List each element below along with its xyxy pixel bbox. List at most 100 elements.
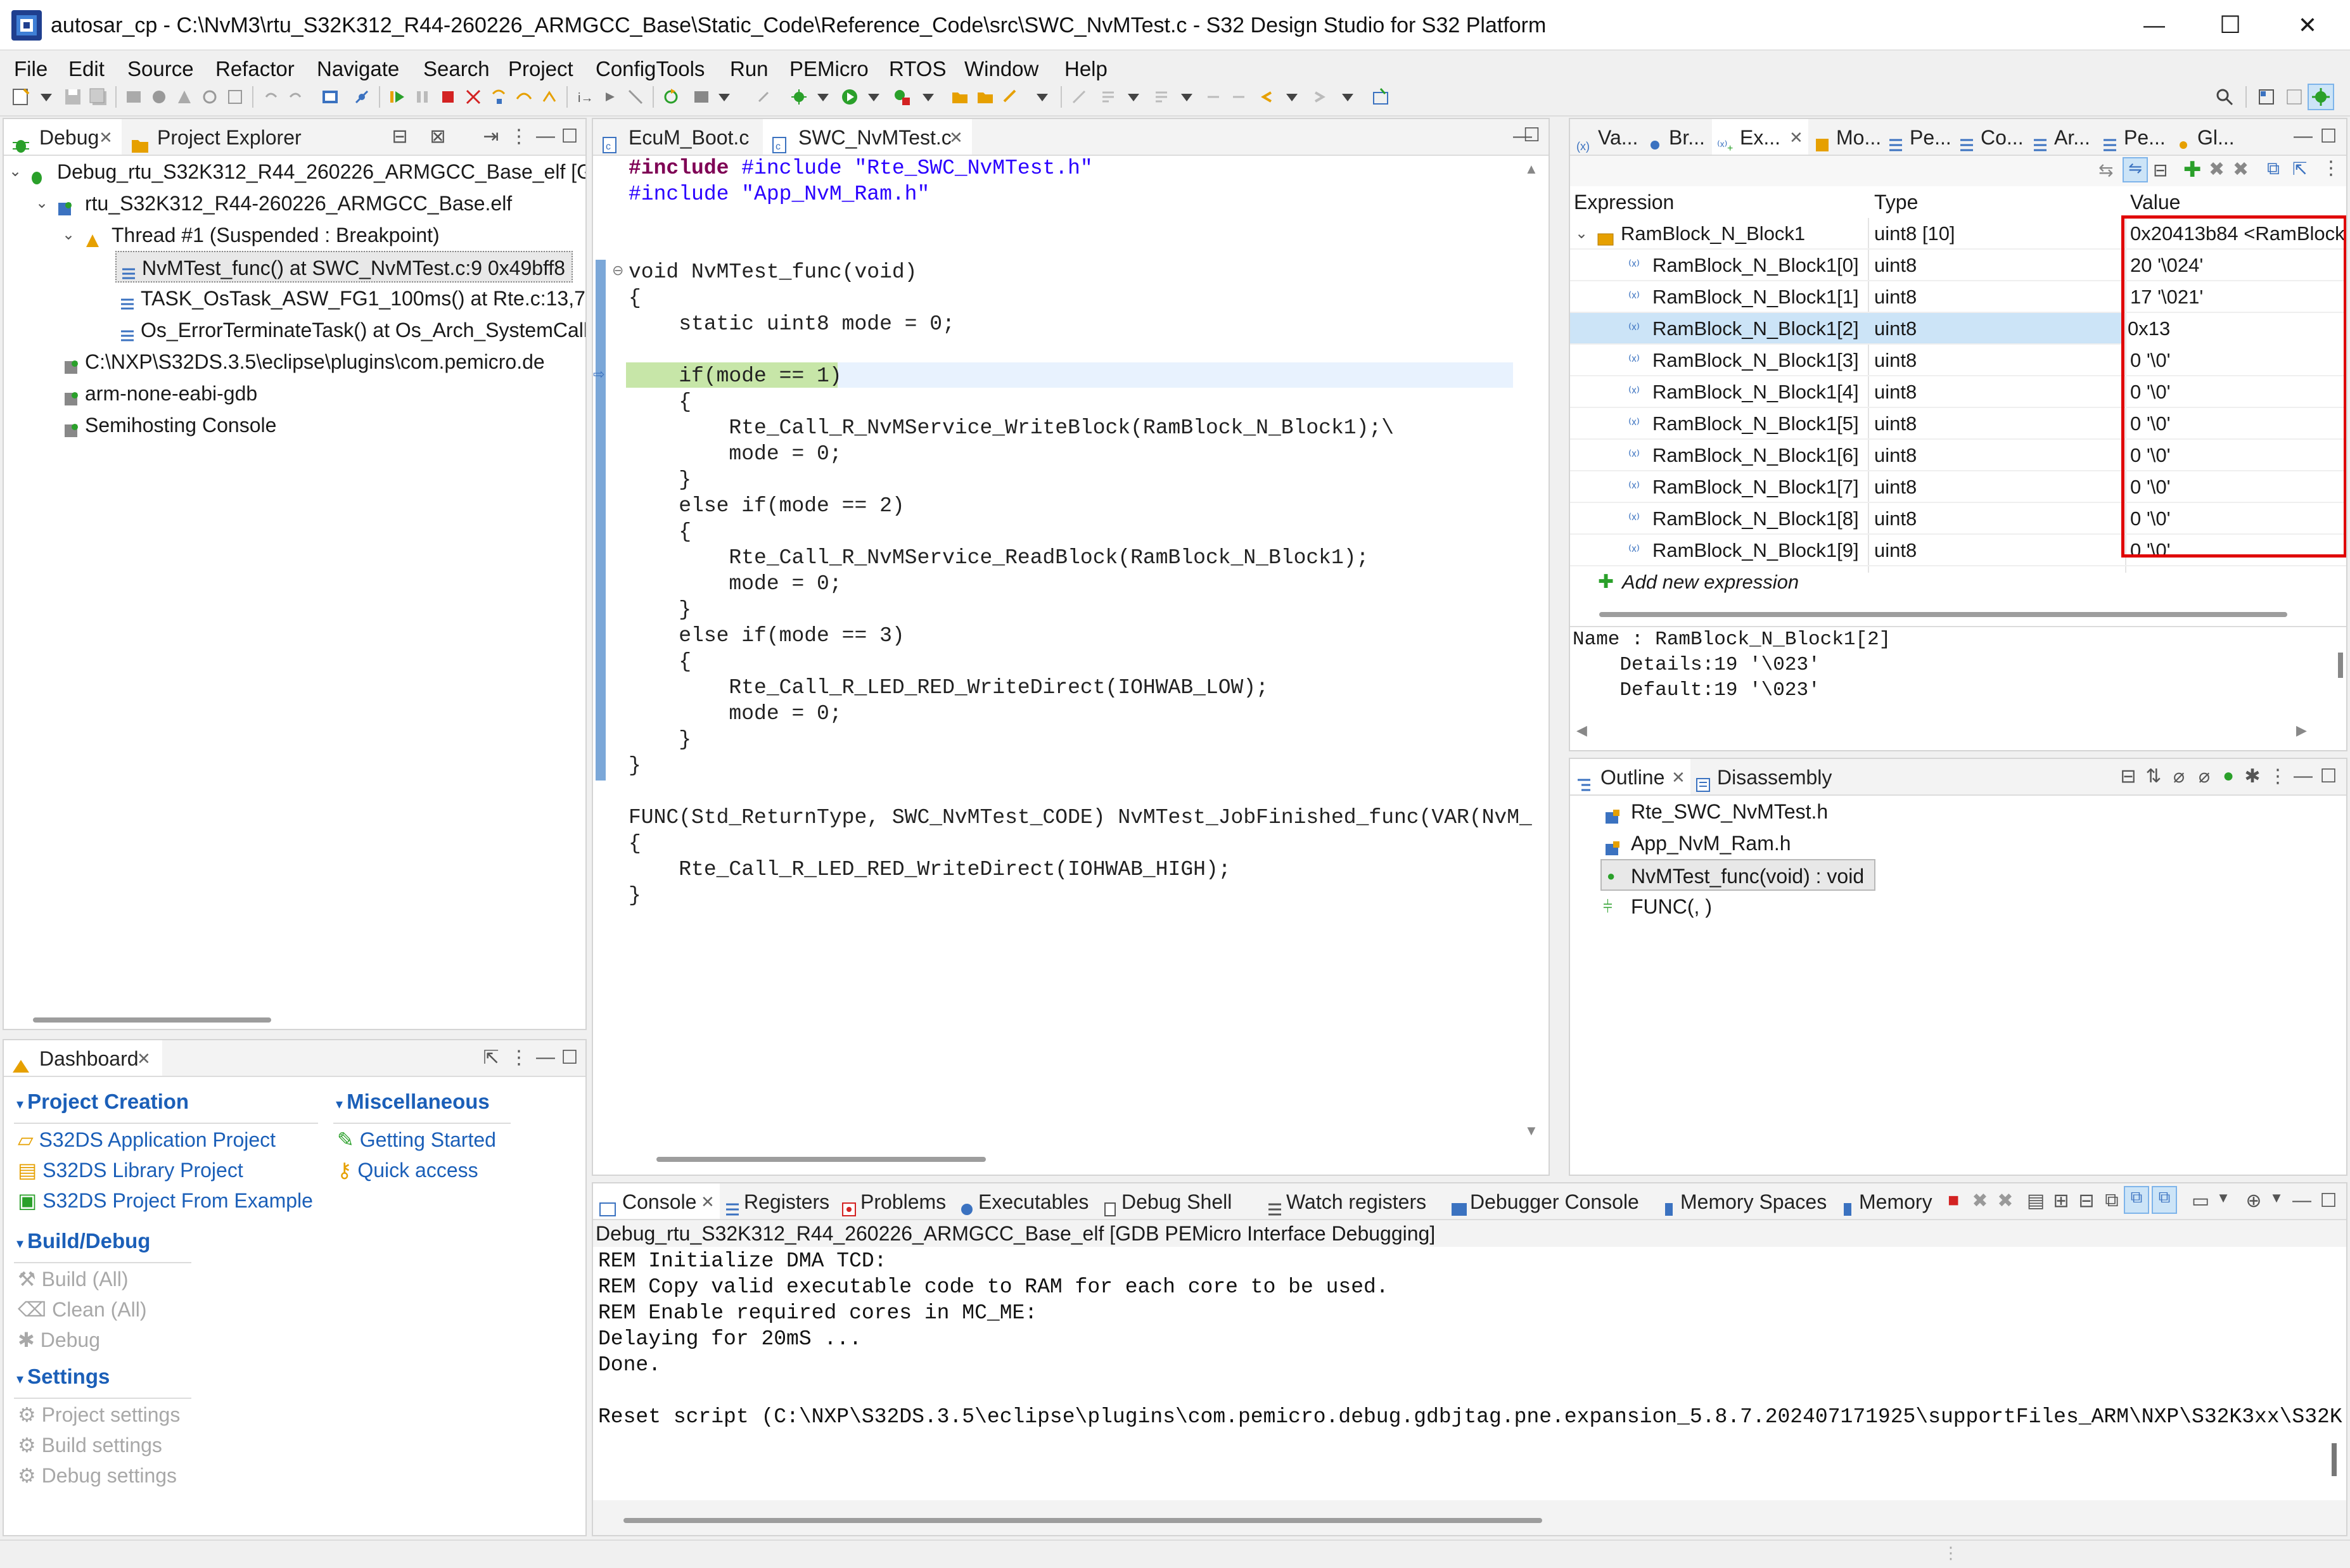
menu-window[interactable]: Window bbox=[964, 52, 1038, 86]
link-debug[interactable]: ✱ Debug bbox=[18, 1328, 100, 1352]
code-line[interactable]: else if(mode == 2) bbox=[629, 494, 904, 519]
open-task-icon[interactable] bbox=[1001, 87, 1020, 106]
show-on-output-icon[interactable]: ⧉ bbox=[2101, 1190, 2123, 1211]
maximize-button[interactable]: ☐ bbox=[2211, 0, 2249, 51]
open-folder-icon[interactable] bbox=[950, 87, 969, 106]
tab-problems[interactable]: Problems bbox=[836, 1183, 954, 1219]
tab-variables[interactable]: (x) Va... bbox=[1570, 119, 1641, 155]
table-row-selected[interactable]: ⁽ˣ⁾ RamBlock_N_Block1[2] uint8 bbox=[1570, 313, 2122, 345]
expand-icon[interactable]: ⌄ bbox=[1575, 218, 1588, 250]
next-annotation-icon[interactable] bbox=[1099, 87, 1118, 106]
step-filter-icon[interactable]: ⇥ bbox=[480, 125, 502, 148]
code-line[interactable]: { bbox=[629, 831, 641, 857]
disconnect-icon[interactable] bbox=[464, 87, 483, 106]
clean-icon[interactable] bbox=[175, 87, 194, 106]
tab-expressions[interactable]: ⁽ˣ⁾ + Ex... ✕ bbox=[1712, 119, 1808, 155]
code-line[interactable]: Rte_Call_R_NvMService_ReadBlock(RamBlock… bbox=[629, 545, 1369, 571]
remove-terminated-icon[interactable]: ⊠ bbox=[427, 125, 449, 148]
tab-breakpoints[interactable]: Br... bbox=[1641, 119, 1712, 155]
run-icon[interactable] bbox=[840, 87, 859, 106]
tab-outline[interactable]: Outline ✕ bbox=[1570, 759, 1690, 794]
minimize-view-icon[interactable]: — bbox=[2292, 765, 2314, 787]
minimize-view-icon[interactable]: — bbox=[2291, 1190, 2313, 1211]
stack-frame-row[interactable]: Os_ErrorTerminateTask() at Os_Arch_Syste… bbox=[115, 314, 585, 346]
external-tools-icon[interactable] bbox=[892, 87, 911, 106]
gdb-row[interactable]: arm-none-eabi-gdb bbox=[4, 378, 585, 409]
pin-icon[interactable] bbox=[754, 87, 773, 106]
dropdown-icon-10[interactable] bbox=[1338, 87, 1357, 106]
stack-frame-row[interactable]: TASK_OsTask_ASW_FG1_100ms() at Rte.c:13,… bbox=[115, 283, 585, 314]
restart-icon[interactable] bbox=[601, 87, 620, 106]
menu-help[interactable]: Help bbox=[1064, 52, 1108, 86]
forward-icon[interactable] bbox=[1310, 87, 1329, 106]
horizontal-scrollbar[interactable] bbox=[656, 1157, 986, 1162]
minimize-view-icon[interactable]: — bbox=[2292, 125, 2314, 147]
tab-modules[interactable]: Mo... bbox=[1808, 119, 1882, 155]
close-button[interactable]: ✕ bbox=[2289, 0, 2327, 51]
menu-source[interactable]: Source bbox=[127, 52, 194, 86]
code-line[interactable]: #include #include "Rte_SWC_NvMTest.h" bbox=[629, 156, 1093, 182]
code-line[interactable]: { bbox=[629, 286, 641, 312]
last-edit-icon-2[interactable] bbox=[1229, 87, 1248, 106]
sort-icon[interactable]: ⇅ bbox=[2143, 765, 2164, 787]
undo-icon[interactable] bbox=[261, 87, 280, 106]
code-line[interactable]: static uint8 mode = 0; bbox=[629, 312, 955, 338]
drop-to-frame-icon[interactable] bbox=[626, 87, 645, 106]
tab-console[interactable]: Console ✕ bbox=[593, 1183, 720, 1219]
minimize-view-icon[interactable]: — bbox=[535, 1047, 556, 1068]
column-header-type[interactable]: Type bbox=[1874, 186, 1918, 218]
remove-expression-icon[interactable]: ✖ bbox=[2209, 158, 2225, 181]
vertical-scrollbar[interactable] bbox=[2332, 1443, 2337, 1476]
code-line[interactable]: mode = 0; bbox=[629, 701, 841, 727]
code-line[interactable]: { bbox=[629, 390, 691, 416]
section-build-debug[interactable]: ▾ Build/Debug bbox=[16, 1229, 150, 1253]
maximize-view-icon[interactable]: ☐ bbox=[2318, 1190, 2339, 1212]
close-tab-icon[interactable]: ✕ bbox=[701, 1183, 715, 1219]
code-line[interactable]: } bbox=[629, 883, 641, 909]
build-icon[interactable] bbox=[124, 87, 143, 106]
scroll-lock-icon[interactable]: ⊞ bbox=[2050, 1190, 2072, 1212]
link-build-all[interactable]: ⚒ Build (All) bbox=[18, 1267, 129, 1291]
dropdown-icon-9[interactable] bbox=[1282, 87, 1301, 106]
tab-global-variables[interactable]: Gl... bbox=[2169, 119, 2239, 155]
display-console-icon[interactable]: ▭ bbox=[2190, 1190, 2211, 1212]
outline-item-function-selected[interactable]: ● NvMTest_func(void) : void bbox=[1600, 859, 1875, 891]
tab-memory-spaces[interactable]: Memory Spaces bbox=[1656, 1183, 1835, 1219]
tab-peripherals[interactable]: Pe... bbox=[1882, 119, 1953, 155]
link-library-project[interactable]: ▤ S32DS Library Project bbox=[18, 1158, 243, 1182]
pin-icon[interactable]: ⇱ bbox=[2292, 158, 2307, 179]
section-settings[interactable]: ▾ Settings bbox=[16, 1365, 110, 1389]
minimize-view-icon[interactable]: — bbox=[535, 125, 556, 147]
maximize-view-icon[interactable]: ☐ bbox=[559, 125, 580, 148]
code-line[interactable]: { bbox=[629, 519, 691, 545]
view-menu-icon[interactable]: ⋮ bbox=[508, 125, 530, 148]
launch-row[interactable]: ⌄ Debug_rtu_S32K312_R44_260226_ARMGCC_Ba… bbox=[4, 156, 585, 188]
tab-core-registers[interactable]: Co... bbox=[1953, 119, 2026, 155]
prev-annotation-icon[interactable] bbox=[1152, 87, 1171, 106]
pin-editor-icon[interactable] bbox=[1371, 87, 1390, 106]
scroll-down-icon[interactable]: ▼ bbox=[1524, 1123, 1538, 1139]
horizontal-scrollbar[interactable] bbox=[1599, 612, 2287, 617]
horizontal-scrollbar[interactable] bbox=[33, 1017, 271, 1023]
code-line[interactable]: FUNC(Std_ReturnType, SWC_NvMTest_CODE) N… bbox=[629, 805, 1532, 831]
collapse-all-icon[interactable]: ⊟ bbox=[389, 125, 411, 148]
tab-ecum-boot[interactable]: c EcuM_Boot.c bbox=[593, 119, 763, 155]
new-icon[interactable] bbox=[11, 87, 30, 106]
code-line[interactable]: else if(mode == 3) bbox=[629, 623, 904, 649]
code-line[interactable]: void NvMTest_func(void) bbox=[629, 260, 917, 286]
suspend-icon[interactable] bbox=[413, 87, 432, 106]
menu-rtos[interactable]: RTOS bbox=[889, 52, 946, 86]
show-type-names-icon[interactable]: ⇆ bbox=[2098, 160, 2113, 181]
editor-maximize-icon[interactable]: ☐ bbox=[1523, 124, 1540, 146]
add-new-expression-row[interactable]: ✚ Add new expression bbox=[1570, 566, 2346, 598]
c-perspective-icon[interactable] bbox=[2285, 87, 2304, 106]
hide-macros-icon[interactable]: ✱ bbox=[2242, 765, 2263, 787]
view-menu-icon[interactable]: ⋮ bbox=[508, 1047, 530, 1069]
tab-dashboard[interactable]: Dashboard ✕ bbox=[4, 1040, 162, 1076]
hide-fields-icon[interactable]: ⌀ bbox=[2168, 765, 2190, 787]
open-folder-icon-2[interactable] bbox=[976, 87, 995, 106]
step-return-icon[interactable] bbox=[540, 87, 559, 106]
clear-console-icon[interactable]: ▤ bbox=[2025, 1190, 2047, 1212]
collapse-all-icon[interactable]: ⊟ bbox=[2117, 765, 2139, 787]
code-line[interactable]: Rte_Call_R_NvMService_WriteBlock(RamBloc… bbox=[629, 416, 1394, 442]
